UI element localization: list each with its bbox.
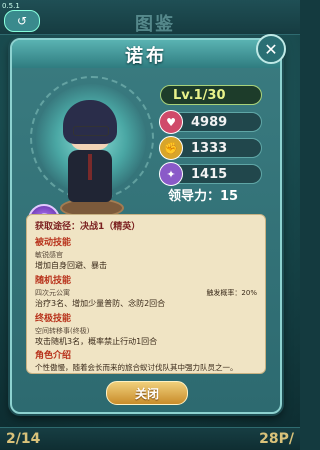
character-dialog: 诺布 ✕ S Lv.1/30 ♥ 4989 ✊ 1333 ✦ 1415 领导力：… [10,34,286,414]
heart-icon: ♥ [159,110,183,134]
back-arrow-icon: ↺ [16,14,28,28]
random-skill-name: 四次元公寓 [35,288,70,297]
intro-label: 角色介绍 [35,351,72,362]
aura-icon: ✦ [159,162,183,186]
info-panel: 获取途径：决战1（精英） 被动技能 敏锐感官 增加自身回避、暴击 随机技能 四次… [26,214,266,374]
passive-skill-name: 敏锐感官 [35,251,63,260]
close-icon: ✕ [264,39,278,59]
page-indicator: 2/14 [6,431,41,447]
passive-skill-desc: 增加自身回避、暴击 [35,261,107,271]
attack-stat: ♥ 4989 [159,110,262,134]
bottom-right-text: 28P/ [259,431,294,447]
leadership-label: 领导力：15 [168,189,239,204]
fist-icon: ✊ [159,136,183,160]
level-display: Lv.1/30 [160,85,262,105]
close-x-button[interactable]: ✕ [256,34,286,64]
random-skill-desc: 治疗3名、增加少量普防、念防2回合 [35,299,166,309]
final-skill-label: 终极技能 [35,313,72,324]
random-skill-label: 随机技能 [35,275,72,286]
character-portrait: S [28,74,154,236]
intro-text: 个性傲慢，随着会长而来的旅合蚁讨伐队其中强力队员之一。 [35,363,238,373]
speed-stat: ✦ 1415 [159,162,262,186]
source-text: 获取途径：决战1（精英） [35,222,141,232]
final-skill-desc: 攻击随机3名，概率禁止行动1回合 [35,336,158,346]
final-skill-name: 空间转移事(终极) [35,326,90,335]
random-skill-rate: 触发概率：20% [206,288,257,297]
back-button[interactable]: ↺ [4,10,40,32]
character-hair [63,100,117,144]
dialog-title: 诺布 [125,46,167,67]
bottom-bar: 2/14 28P/ [0,427,300,450]
speed-value: 1415 [191,166,228,182]
top-bar: 0.5.1 ↺ 图鉴 [0,0,300,35]
defense-value: 1333 [191,140,228,156]
attack-value: 4989 [191,114,228,130]
character-tie [88,154,92,180]
background-title: 图鉴 [135,14,175,35]
character-glasses [73,126,109,136]
version-label: 0.5.1 [2,2,20,10]
defense-stat: ✊ 1333 [159,136,262,160]
close-button[interactable]: 关闭 [106,381,188,405]
passive-skill-label: 被动技能 [35,238,72,249]
